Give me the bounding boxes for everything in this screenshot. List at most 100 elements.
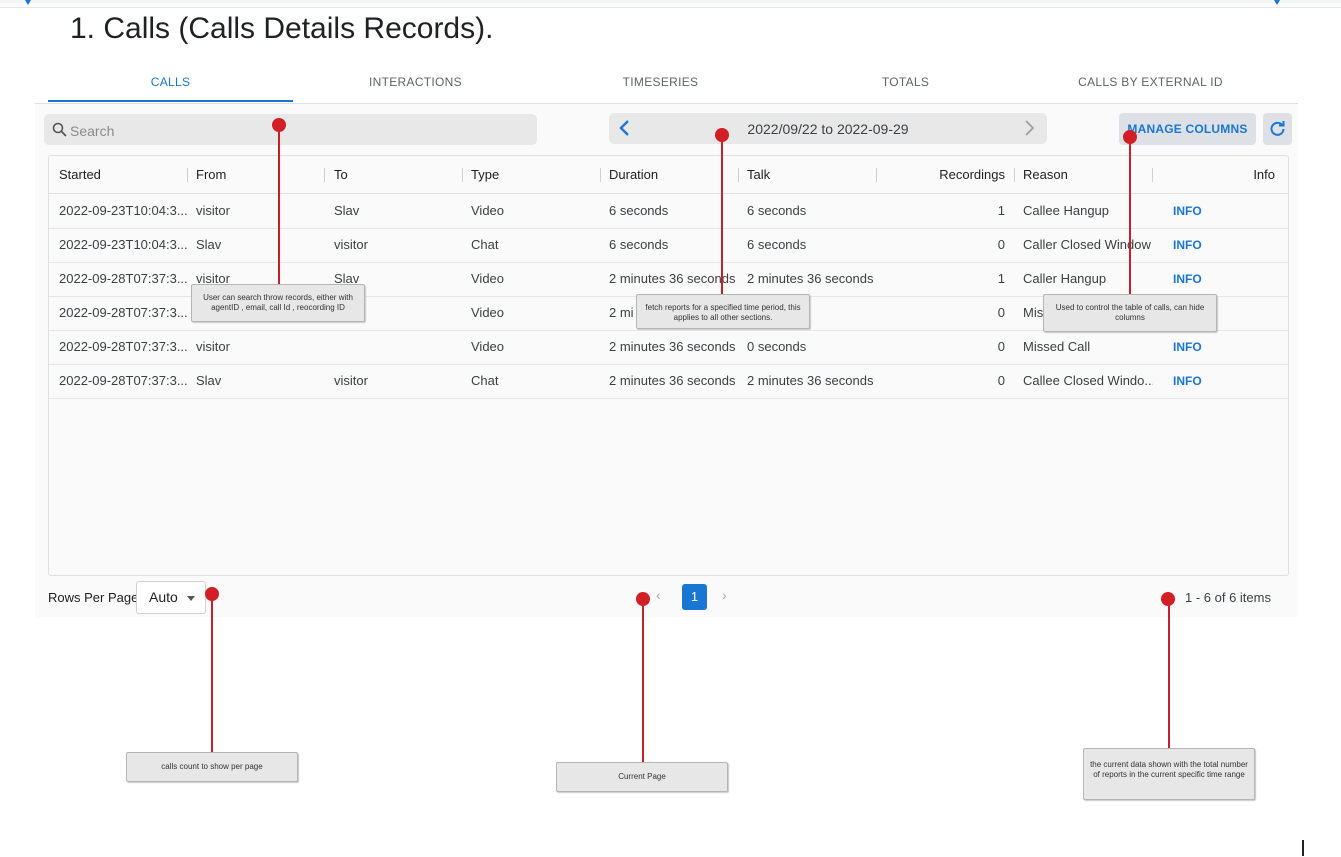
cell-started: 2022-09-23T10:04:3...: [59, 203, 187, 218]
text-cursor: [1302, 840, 1304, 856]
cell-from: Slav: [196, 373, 222, 388]
col-to[interactable]: To: [334, 156, 348, 193]
next-page-button[interactable]: ›: [722, 587, 727, 603]
cell-recordings: 0: [997, 373, 1005, 388]
current-page-button[interactable]: 1: [682, 584, 707, 610]
tab-calls-by-external-id[interactable]: CALLS BY EXTERNAL ID: [1028, 66, 1273, 102]
table-row[interactable]: 2022-09-23T10:04:3... Slav visitor Chat …: [49, 228, 1288, 263]
cell-started: 2022-09-28T07:37:3...: [59, 373, 187, 388]
tab-timeseries[interactable]: TIMESERIES: [538, 66, 783, 102]
cell-to: Slav: [334, 203, 360, 218]
search-input[interactable]: [68, 114, 532, 147]
cell-duration: 2 minutes 36 seconds: [609, 271, 736, 286]
search-box: [44, 114, 537, 147]
marker-icon: [25, 0, 31, 5]
column-divider[interactable]: [876, 168, 877, 182]
info-link[interactable]: INFO: [1173, 330, 1233, 364]
annotation-search-note: User can search throw records, either wi…: [191, 284, 365, 322]
annotation-line: [211, 596, 213, 752]
table-row[interactable]: 2022-09-28T07:37:3... Slav visitor Chat …: [49, 364, 1288, 399]
cell-talk: 6 seconds: [747, 237, 807, 252]
cell-to: visitor: [334, 237, 368, 252]
marker-icon: [1274, 0, 1280, 5]
column-divider[interactable]: [324, 168, 325, 182]
col-talk[interactable]: Talk: [747, 156, 770, 193]
annotation-line: [1129, 138, 1131, 294]
annotation-dot: [1123, 130, 1137, 144]
col-type[interactable]: Type: [471, 156, 499, 193]
cell-started: 2022-09-28T07:37:3...: [59, 339, 187, 354]
date-range-picker: 2022/09/22 to 2022-09-29: [609, 113, 1047, 144]
cell-to: visitor: [334, 373, 368, 388]
cell-talk: 6 seconds: [747, 203, 807, 218]
manage-columns-button[interactable]: MANAGE COLUMNS: [1119, 113, 1256, 145]
annotation-line: [721, 136, 723, 294]
column-divider[interactable]: [187, 168, 188, 182]
annotation-current-page-note: Current Page: [556, 762, 728, 792]
column-divider[interactable]: [1014, 168, 1015, 182]
table-header: Started From To Type Duration Talk Recor…: [49, 156, 1288, 194]
cell-duration: 6 seconds: [609, 237, 669, 252]
rows-per-page-label: Rows Per Page: [48, 590, 139, 605]
cell-reason: Caller Hangup: [1023, 271, 1107, 286]
info-link[interactable]: INFO: [1173, 262, 1233, 296]
column-divider[interactable]: [738, 168, 739, 182]
tab-interactions[interactable]: INTERACTIONS: [293, 66, 538, 102]
cell-started: 2022-09-28T07:37:3...: [59, 271, 187, 286]
cell-recordings: 0: [997, 339, 1005, 354]
annotation-line: [278, 126, 280, 284]
info-link[interactable]: INFO: [1173, 228, 1233, 262]
date-range-label[interactable]: 2022/09/22 to 2022-09-29: [609, 121, 1047, 137]
cell-reason: Callee Hangup: [1023, 203, 1110, 218]
column-divider[interactable]: [1152, 168, 1153, 182]
column-divider[interactable]: [462, 168, 463, 182]
annotation-date-note: fetch reports for a specified time perio…: [636, 294, 810, 329]
caret-down-icon: [187, 596, 195, 601]
cell-to: [334, 330, 462, 364]
cell-reason: Caller Closed Window: [1023, 237, 1151, 252]
cell-from: visitor: [196, 339, 230, 354]
col-info[interactable]: Info: [1161, 156, 1275, 193]
refresh-button[interactable]: [1263, 113, 1292, 145]
annotation-dot: [715, 128, 729, 142]
cell-recordings: 1: [997, 271, 1005, 286]
tab-totals[interactable]: TOTALS: [783, 66, 1028, 102]
info-link[interactable]: INFO: [1173, 364, 1233, 398]
cell-talk: 0 seconds: [747, 339, 807, 354]
cell-recordings: 0: [997, 305, 1005, 320]
annotation-dot: [636, 592, 650, 606]
document-title: 1. Calls (Calls Details Records).: [70, 12, 494, 45]
cell-started: 2022-09-23T10:04:3...: [59, 237, 187, 252]
col-reason[interactable]: Reason: [1023, 156, 1068, 193]
cell-type: Video: [471, 203, 505, 218]
column-divider[interactable]: [600, 168, 601, 182]
cell-talk: 2 minutes 36 seconds: [747, 373, 874, 388]
cell-duration: 6 seconds: [609, 203, 669, 218]
cell-started: 2022-09-28T07:37:3...: [59, 305, 187, 320]
search-icon: [52, 122, 67, 137]
info-link[interactable]: INFO: [1173, 194, 1233, 228]
rows-per-page-select[interactable]: Auto: [136, 581, 206, 614]
cell-reason: Callee Closed Windo...: [1023, 373, 1153, 388]
annotation-columns-note: Used to control the table of calls, can …: [1043, 294, 1217, 332]
cell-recordings: 1: [997, 203, 1005, 218]
tab-calls[interactable]: CALLS: [48, 66, 293, 102]
tab-bar: CALLS INTERACTIONS TIMESERIES TOTALS CAL…: [35, 66, 1298, 104]
cell-recordings: 0: [997, 237, 1005, 252]
col-started[interactable]: Started: [59, 156, 101, 193]
table-row[interactable]: 2022-09-28T07:37:3... visitor Video 2 mi…: [49, 330, 1288, 365]
col-recordings[interactable]: Recordings: [929, 156, 1005, 193]
chevron-right-icon[interactable]: [1019, 118, 1039, 138]
cell-from: Slav: [196, 237, 222, 252]
col-from[interactable]: From: [196, 156, 226, 193]
table-row[interactable]: 2022-09-23T10:04:3... visitor Slav Video…: [49, 194, 1288, 229]
col-duration[interactable]: Duration: [609, 156, 658, 193]
cell-from: visitor: [196, 203, 230, 218]
annotation-dot: [272, 118, 286, 132]
annotation-items-note: the current data shown with the total nu…: [1083, 748, 1255, 800]
cell-type: Video: [471, 271, 505, 286]
refresh-icon: [1270, 121, 1285, 136]
annotation-rows-per-page-note: calls count to show per page: [126, 752, 298, 782]
previous-page-button[interactable]: ‹: [656, 587, 661, 603]
cell-type: Chat: [471, 373, 499, 388]
